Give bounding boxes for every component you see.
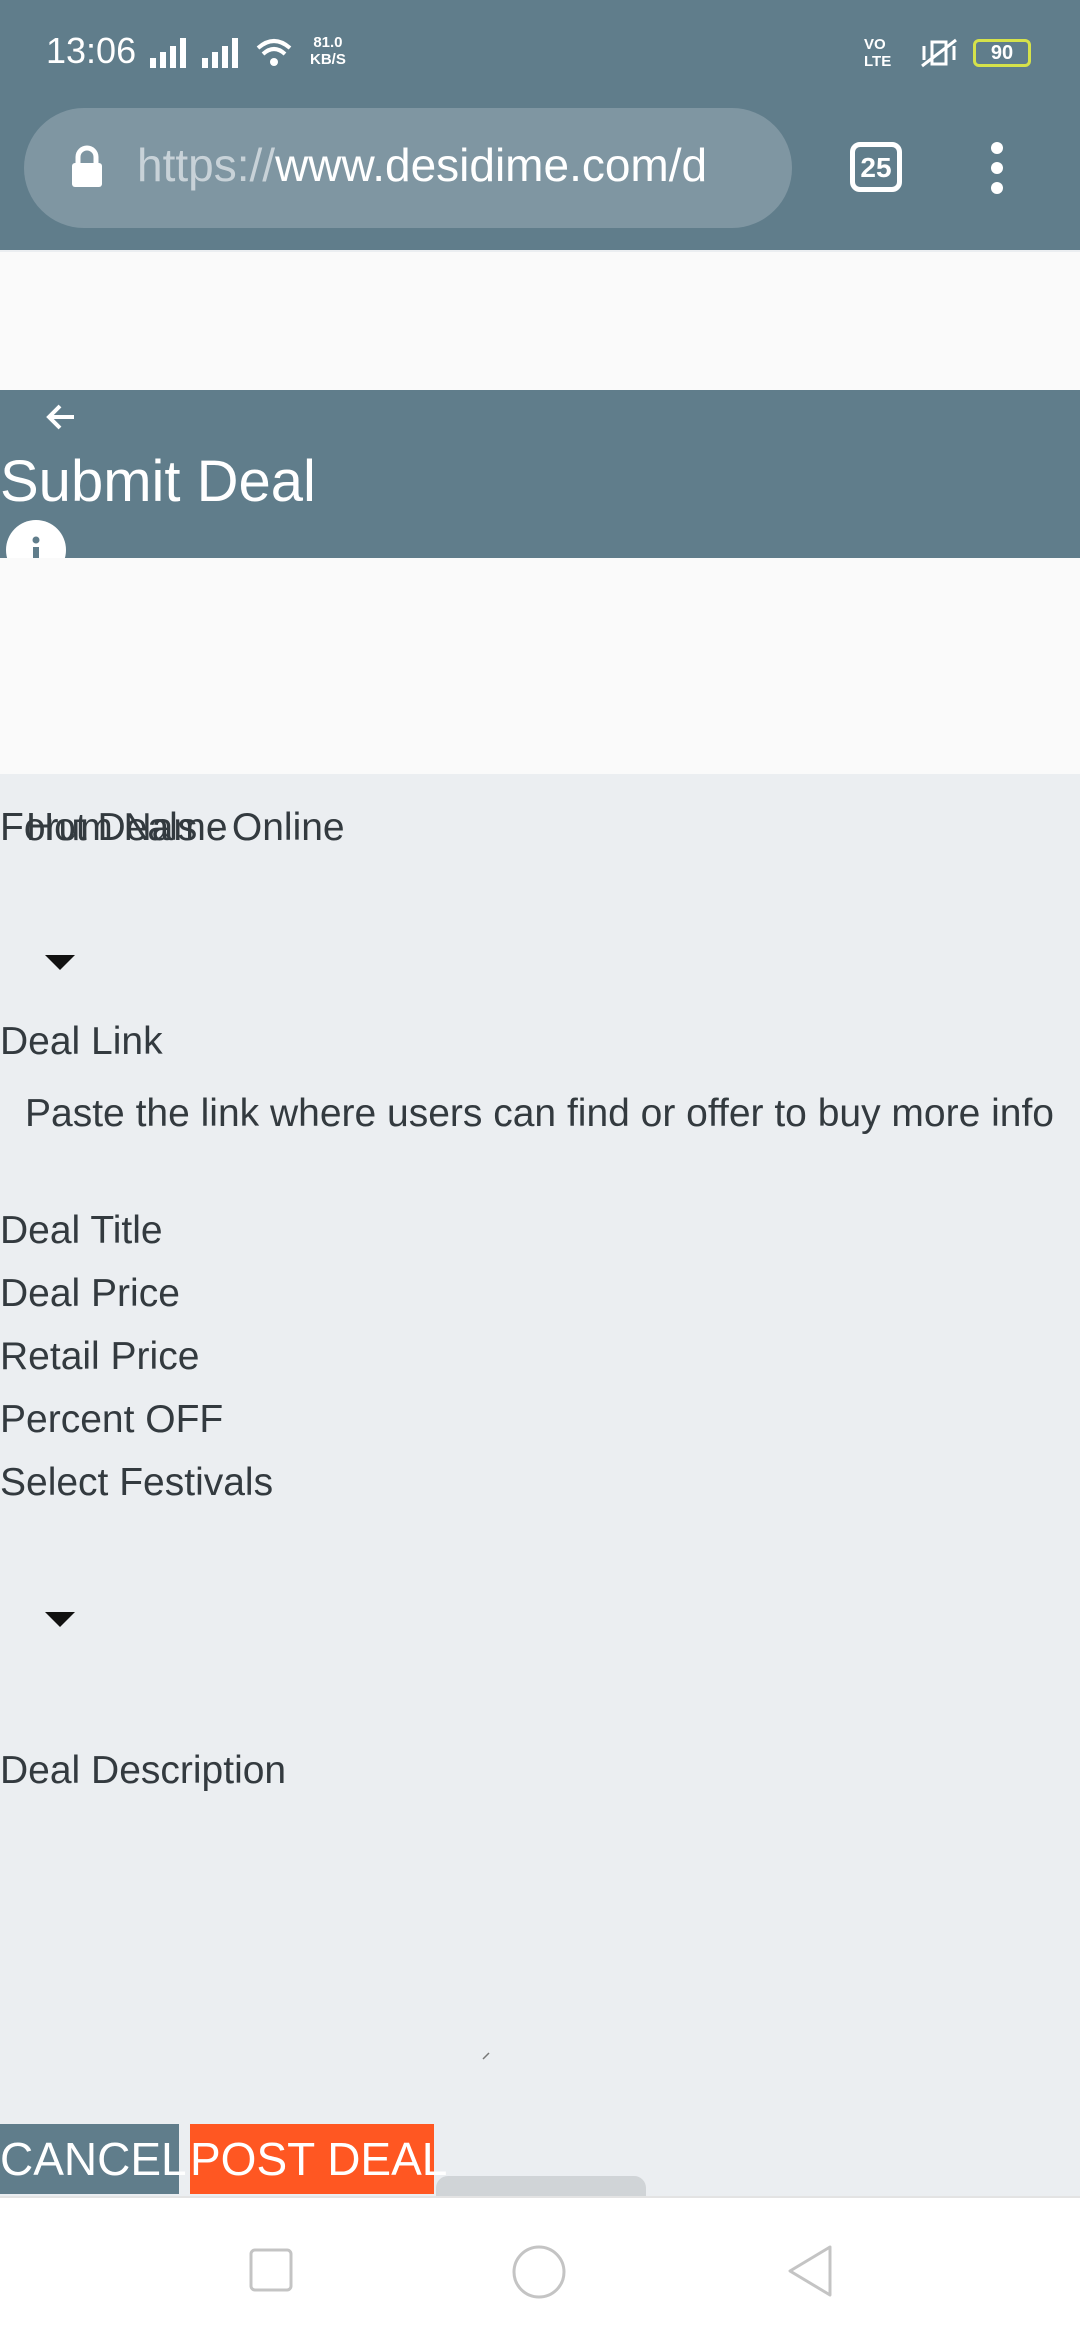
description-label: Deal Description [0,1749,287,1792]
url-text[interactable]: https://www.desidime.com/d [137,138,787,192]
retail-price-label: Retail Price [0,1335,200,1378]
network-speed: 81.0 KB/S [310,34,346,68]
url-bar[interactable]: https://www.desidime.com/d [24,108,792,228]
vibrate-icon [921,38,957,68]
spacer-header [0,558,1080,774]
recent-apps-icon[interactable] [249,2248,293,2292]
textarea-resize-handle-icon[interactable] [482,2052,490,2060]
post-deal-button[interactable]: POST DEAL [190,2124,447,2194]
percent-off-label: Percent OFF [0,1398,224,1441]
bottom-sheet-handle [436,2176,646,2196]
deal-link-label: Deal Link [0,1020,163,1063]
deal-price-label: Deal Price [0,1272,180,1315]
more-menu-icon[interactable] [985,140,1009,196]
status-time: 13:06 [46,30,137,71]
system-navigation-bar [0,2196,1080,2340]
festivals-select-caret-icon[interactable] [45,1612,75,1627]
deal-title-label: Deal Title [0,1209,163,1252]
festivals-label: Select Festivals [0,1461,274,1504]
cancel-button[interactable]: CANCEL [0,2124,187,2194]
url-scheme: https:// [137,139,276,191]
signal-icons [150,38,292,68]
browser-chrome: 13:06 81.0 KB/S VO LTE 90 https://www.de… [0,0,1080,250]
tab-switcher-button[interactable]: 25 [850,142,902,192]
spacer-top [0,252,1080,390]
forum-name-select-value[interactable]: Hot Deals - Online [26,806,345,850]
back-arrow-icon[interactable] [44,400,78,434]
page-title: Submit Deal [0,449,316,514]
url-host: www.desidime.com/d [275,139,708,191]
home-icon[interactable] [511,2244,567,2300]
deal-link-help-text: Paste the link where users can find or o… [25,1092,1054,1135]
volte-indicator: VO LTE [864,36,892,70]
nav-back-icon[interactable] [786,2244,834,2298]
lock-icon [72,145,102,187]
forum-select-caret-icon[interactable] [45,955,75,970]
battery-indicator: 90 [973,39,1031,67]
